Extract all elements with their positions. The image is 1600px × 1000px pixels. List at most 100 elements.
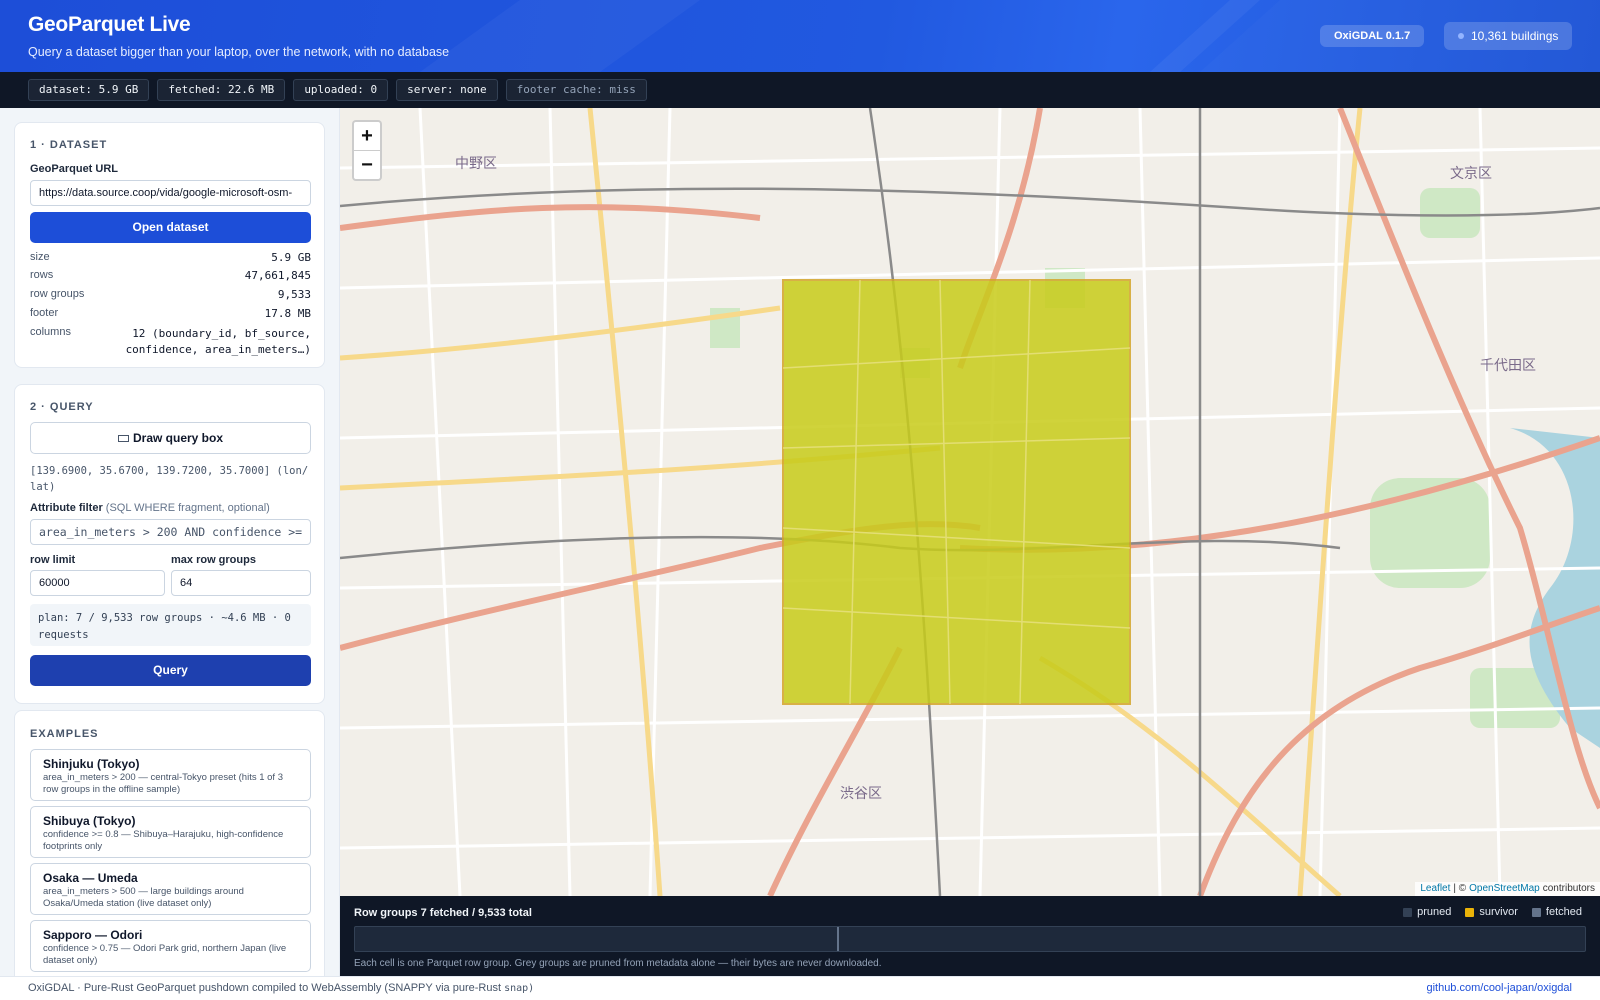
meta-row-columns: columns 12 (boundary_id, bf_source, conf… — [30, 326, 311, 358]
map-attribution: Leaflet | © OpenStreetMap contributors — [1415, 882, 1600, 896]
stat-server: server: none — [396, 79, 498, 101]
query-card-title: 2 · QUERY — [30, 401, 94, 413]
legend-label: fetched — [1545, 906, 1582, 918]
pruned-swatch-icon — [1403, 907, 1413, 917]
query-plan: plan: 7 / 9,533 row groups · ~4.6 MB · 0… — [30, 604, 311, 646]
meta-key: columns — [30, 326, 71, 338]
map-view[interactable]: 中野区 文京区 千代田区 渋谷区 + − Leaflet | © OpenStr… — [340, 108, 1600, 896]
building-count: 10,361 buildings — [1471, 29, 1559, 43]
fetched-swatch-icon — [1531, 907, 1541, 917]
footer-credit: OxiGDAL · Pure-Rust GeoParquet pushdown … — [28, 982, 534, 994]
app-subtitle: Query a dataset bigger than your laptop,… — [28, 45, 450, 59]
bbox-readout: [139.6900, 35.6700, 139.7200, 35.7000] (… — [30, 463, 315, 495]
examples-card-title: EXAMPLES — [30, 728, 99, 740]
legend-label: survivor — [1479, 906, 1518, 918]
meta-key: rows — [30, 269, 54, 281]
row-group-strip — [354, 926, 1586, 952]
meta-value: 5.9 GB — [271, 251, 311, 264]
filter-hint-text: (SQL WHERE fragment, optional) — [105, 502, 270, 514]
example-item[interactable]: Shinjuku (Tokyo) area_in_meters > 200 — … — [30, 749, 311, 801]
example-title: Osaka — Umeda — [43, 871, 138, 885]
examples-card: EXAMPLES Shinjuku (Tokyo) area_in_meters… — [14, 710, 325, 976]
example-desc: area_in_meters > 200 — central-Tokyo pre… — [43, 772, 283, 795]
stats-bar: dataset: 5.9 GB fetched: 22.6 MB uploade… — [0, 72, 1600, 108]
meta-value: 47,661,845 — [244, 269, 311, 282]
max-row-groups-input[interactable]: 64 — [171, 570, 311, 596]
example-item[interactable]: Osaka — Umeda area_in_meters > 500 — lar… — [30, 863, 311, 915]
bbox-line-2: lat) — [30, 481, 56, 493]
attribution-separator: | © — [1453, 883, 1467, 894]
app-title: GeoParquet Live — [28, 13, 191, 36]
district-label: 渋谷区 — [840, 785, 882, 801]
url-input[interactable]: https://data.source.coop/vida/google-mic… — [30, 180, 311, 206]
legend-pruned: pruned — [1403, 906, 1451, 918]
example-item[interactable]: Shibuya (Tokyo) confidence >= 0.8 — Shib… — [30, 806, 311, 858]
meta-row-row-groups: row groups 9,533 — [30, 288, 311, 301]
zoom-out-button[interactable]: − — [354, 151, 380, 180]
legend-survivor: survivor — [1465, 906, 1518, 918]
row-group-note: Each cell is one Parquet row group. Grey… — [354, 958, 882, 969]
row-group-panel: Row groups 7 fetched / 9,533 total prune… — [340, 896, 1600, 976]
sidebar[interactable]: 1 · DATASET GeoParquet URL https://data.… — [0, 108, 340, 976]
columns-line-2: confidence, area_in_meters…) — [125, 343, 311, 356]
meta-row-footer: footer 17.8 MB — [30, 307, 311, 320]
meta-key: footer — [30, 307, 59, 319]
row-group-title: Row groups 7 fetched / 9,533 total — [354, 907, 532, 919]
row-limit-input[interactable]: 60000 — [30, 570, 165, 596]
filter-label-text: Attribute filter — [30, 502, 103, 514]
meta-value: 9,533 — [277, 288, 311, 301]
plan-line-2: requests — [38, 629, 89, 641]
example-title: Shinjuku (Tokyo) — [43, 757, 140, 771]
attribute-filter-input[interactable]: area_in_meters > 200 AND confidence >= — [30, 519, 311, 545]
draw-query-box-label: Draw query box — [132, 431, 224, 445]
example-desc: area_in_meters > 500 — large buildings a… — [43, 886, 244, 909]
meta-value: 17.8 MB — [264, 307, 311, 320]
row-group-legend: pruned survivor fetched — [1403, 906, 1582, 918]
github-link[interactable]: github.com/cool-japan/oxigdal — [1426, 982, 1572, 994]
zoom-in-button[interactable]: + — [354, 122, 380, 151]
open-dataset-button[interactable]: Open dataset — [30, 212, 311, 243]
dataset-card-title: 1 · DATASET — [30, 139, 108, 151]
meta-key: row groups — [30, 288, 85, 300]
openstreetmap-link[interactable]: OpenStreetMap — [1469, 882, 1540, 896]
columns-line-1: 12 (boundary_id, bf_source, — [132, 327, 311, 340]
meta-row-size: size 5.9 GB — [30, 251, 311, 264]
basemap[interactable]: 中野区 文京区 千代田区 渋谷区 — [340, 108, 1600, 896]
stat-footer-cache: footer cache: miss — [505, 79, 647, 101]
query-card: 2 · QUERY Draw query box [139.6900, 35.6… — [14, 384, 325, 704]
max-row-groups-label: max row groups — [171, 554, 256, 566]
meta-key: size — [30, 251, 50, 263]
app-header: GeoParquet Live Query a dataset bigger t… — [0, 0, 1600, 72]
stat-dataset: dataset: 5.9 GB — [28, 79, 150, 101]
url-label: GeoParquet URL — [30, 163, 119, 175]
meta-value: 12 (boundary_id, bf_source, confidence, … — [126, 326, 311, 358]
draw-query-box-button[interactable]: Draw query box — [30, 422, 311, 454]
building-count-pill: 10,361 buildings — [1444, 22, 1573, 50]
query-button[interactable]: Query — [30, 655, 311, 686]
version-badge: OxiGDAL 0.1.7 — [1320, 25, 1425, 47]
district-label: 文京区 — [1450, 165, 1492, 181]
district-label: 千代田区 — [1480, 357, 1536, 373]
example-item[interactable]: Sapporo — Odori confidence > 0.75 — Odor… — [30, 920, 311, 972]
query-result-overlay — [782, 279, 1131, 705]
meta-row-rows: rows 47,661,845 — [30, 269, 311, 282]
app-footer: OxiGDAL · Pure-Rust GeoParquet pushdown … — [0, 976, 1600, 1000]
footer-credit-text: OxiGDAL · Pure-Rust GeoParquet pushdown … — [28, 982, 501, 994]
fetched-row-group-cell — [838, 927, 839, 951]
footer-credit-mono: snap) — [504, 983, 535, 994]
zoom-control: + − — [352, 120, 382, 181]
row-limit-label: row limit — [30, 554, 76, 566]
survivor-swatch-icon — [1465, 907, 1475, 917]
attribution-tail: contributors — [1542, 883, 1595, 894]
leaflet-link[interactable]: Leaflet — [1420, 882, 1450, 896]
legend-fetched: fetched — [1531, 906, 1582, 918]
example-title: Sapporo — Odori — [43, 928, 143, 942]
example-title: Shibuya (Tokyo) — [43, 814, 136, 828]
example-desc: confidence >= 0.8 — Shibuya–Harajuku, hi… — [43, 829, 284, 852]
stat-uploaded: uploaded: 0 — [293, 79, 389, 101]
bbox-line-1: [139.6900, 35.6700, 139.7200, 35.7000] (… — [30, 465, 309, 477]
legend-label: pruned — [1417, 906, 1452, 918]
attribute-filter-label: Attribute filter (SQL WHERE fragment, op… — [30, 502, 270, 514]
plan-line-1: plan: 7 / 9,533 row groups · ~4.6 MB · 0 — [38, 612, 291, 624]
dataset-card: 1 · DATASET GeoParquet URL https://data.… — [14, 122, 325, 368]
